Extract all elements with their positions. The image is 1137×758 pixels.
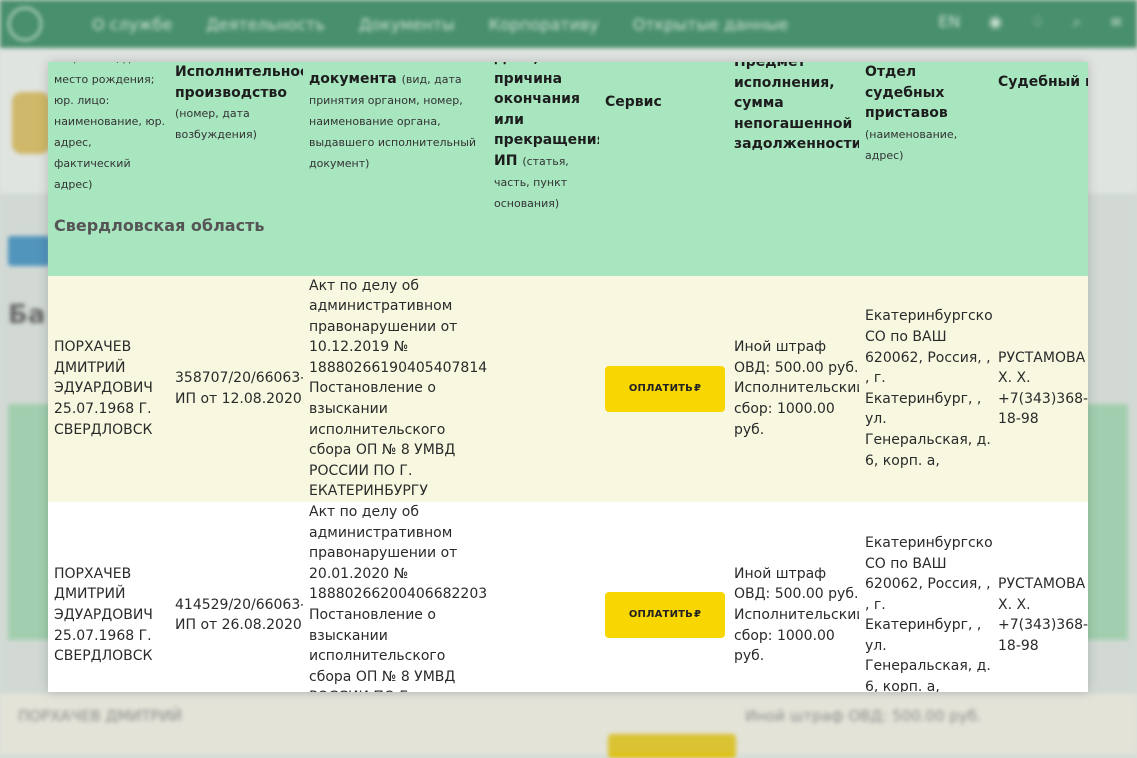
col-dept: Отдел судебных приставов (наименование, … xyxy=(859,62,992,214)
end-cell xyxy=(488,275,599,503)
col-ip: Исполнительное производство (номер, дата… xyxy=(169,62,303,214)
col-doc: исполнительного документа (вид, дата при… xyxy=(303,62,488,214)
col-end: Дата, причина окончания или прекращения … xyxy=(488,62,599,214)
table-row: ПОРХАЧЕВ ДМИТРИЙ ЭДУАРДОВИЧ 25.07.1968 Г… xyxy=(48,502,1088,692)
bailiff-cell: РУСТАМОВА Х. Х. +7(343)368-18-98 xyxy=(992,275,1088,503)
debtor-cell: ПОРХАЧЕВ ДМИТРИЙ ЭДУАРДОВИЧ 25.07.1968 Г… xyxy=(48,502,169,692)
doc-cell: Акт по делу об административном правонар… xyxy=(303,275,488,503)
ruble-icon: ₽ xyxy=(693,609,702,621)
service-cell: ОПЛАТИТЬ₽ xyxy=(599,275,728,503)
table-row: ПОРХАЧЕВ ДМИТРИЙ ЭДУАРДОВИЧ 25.07.1968 Г… xyxy=(48,275,1088,503)
results-table-panel: лицо: ФИО, дата и место рождения; юр. ли… xyxy=(48,62,1088,692)
dept-cell: Екатеринбургское СО по ВАШ 620062, Росси… xyxy=(859,502,992,692)
subject-cell: Иной штраф ОВД: 500.00 руб. Исполнительс… xyxy=(728,275,859,503)
pay-button[interactable]: ОПЛАТИТЬ₽ xyxy=(605,592,725,639)
col-debtor: лицо: ФИО, дата и место рождения; юр. ли… xyxy=(48,62,169,214)
pay-button[interactable]: ОПЛАТИТЬ₽ xyxy=(605,365,725,412)
ruble-icon: ₽ xyxy=(693,382,702,394)
col-bailiff: Судебный пристав-исполнитель xyxy=(992,62,1088,214)
results-table: лицо: ФИО, дата и место рождения; юр. ли… xyxy=(48,62,1088,692)
ip-cell: 414529/20/66063-ИП от 26.08.2020 xyxy=(169,502,303,692)
ip-cell: 358707/20/66063-ИП от 12.08.2020 xyxy=(169,275,303,503)
debtor-cell: ПОРХАЧЕВ ДМИТРИЙ ЭДУАРДОВИЧ 25.07.1968 Г… xyxy=(48,275,169,503)
end-cell xyxy=(488,502,599,692)
col-service: Сервис xyxy=(599,62,728,214)
dept-cell: Екатеринбургское СО по ВАШ 620062, Росси… xyxy=(859,275,992,503)
bailiff-cell: РУСТАМОВА Х. Х. +7(343)368-18-98 xyxy=(992,502,1088,692)
service-cell: ОПЛАТИТЬ₽ xyxy=(599,502,728,692)
region-label: Свердловская область xyxy=(48,213,1088,276)
doc-cell: Акт по делу об административном правонар… xyxy=(303,502,488,692)
subject-cell: Иной штраф ОВД: 500.00 руб. Исполнительс… xyxy=(728,502,859,692)
col-subject: Предмет исполнения, сумма непогашенной з… xyxy=(728,62,859,214)
